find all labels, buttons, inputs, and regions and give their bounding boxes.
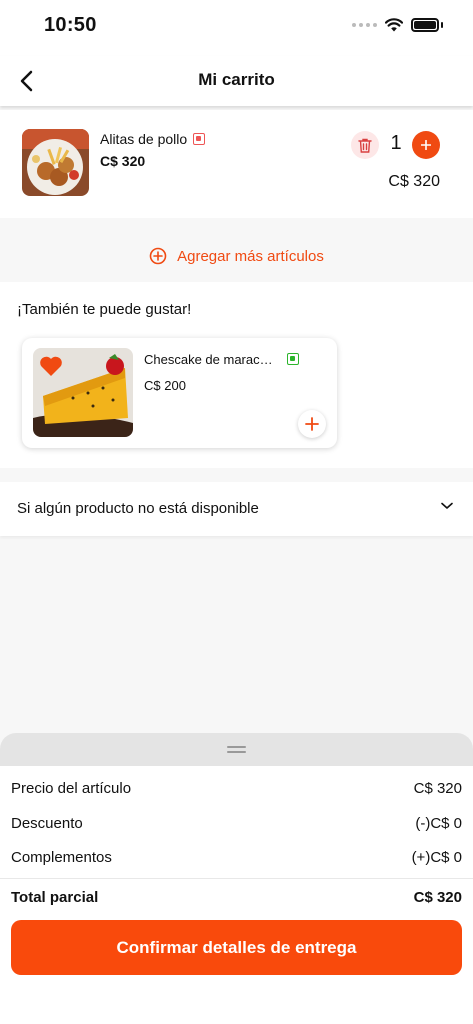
summary-row-price: Precio del artículo C$ 320 (11, 780, 462, 797)
summary-sheet: Precio del artículo C$ 320 Descuento (-)… (0, 733, 473, 1024)
status-time: 10:50 (44, 14, 97, 36)
suggestions-title: ¡También te puede gustar! (17, 301, 192, 318)
status-icons (352, 18, 443, 32)
cart-item: Alitas de pollo C$ 320 1 C$ 320 (0, 110, 473, 218)
product-price: C$ 320 (100, 153, 146, 169)
confirm-delivery-button[interactable]: Confirmar detalles de entrega (11, 920, 462, 975)
plus-icon (421, 140, 431, 150)
divider (0, 878, 473, 879)
page-title: Mi carrito (198, 70, 275, 89)
trash-icon (358, 138, 372, 153)
add-more-items-button[interactable]: Agregar más artículos (0, 230, 473, 282)
quantity-value: 1 (390, 132, 402, 154)
chevron-down-icon (441, 502, 453, 509)
wifi-icon (385, 18, 403, 32)
add-suggestion-button[interactable] (298, 410, 326, 438)
summary-row-discount: Descuento (-)C$ 0 (11, 815, 462, 832)
signal-icon (352, 23, 377, 27)
unavailable-product-dropdown[interactable]: Si algún producto no está disponible (0, 482, 473, 536)
unavailable-label: Si algún producto no está disponible (17, 500, 259, 517)
veg-mark-icon (287, 353, 299, 365)
plus-icon (305, 417, 319, 431)
non-veg-mark-icon (193, 133, 206, 145)
plus-circle-icon (149, 247, 167, 265)
suggestion-card[interactable]: Chescake de maracuyá C$ 200 (22, 338, 337, 448)
remove-item-button[interactable] (351, 131, 379, 159)
heart-icon[interactable] (39, 355, 63, 377)
product-name: Alitas de pollo (100, 131, 206, 147)
battery-icon (411, 18, 439, 32)
add-more-label: Agregar más artículos (177, 247, 324, 265)
sheet-handle-bar[interactable] (0, 733, 473, 766)
product-image (22, 129, 89, 196)
summary-row-addons: Complementos (+)C$ 0 (11, 849, 462, 866)
suggestion-name: Chescake de maracuyá (144, 352, 276, 367)
suggestion-price: C$ 200 (144, 378, 186, 393)
item-total: C$ 320 (388, 173, 440, 190)
drag-handle-icon (227, 746, 246, 753)
increase-quantity-button[interactable] (412, 131, 440, 159)
status-bar: 10:50 (0, 0, 473, 56)
summary-row-total: Total parcial C$ 320 (11, 889, 462, 906)
suggestions-section: ¡También te puede gustar! Chescake de ma… (0, 282, 473, 468)
header: Mi carrito (0, 56, 473, 106)
